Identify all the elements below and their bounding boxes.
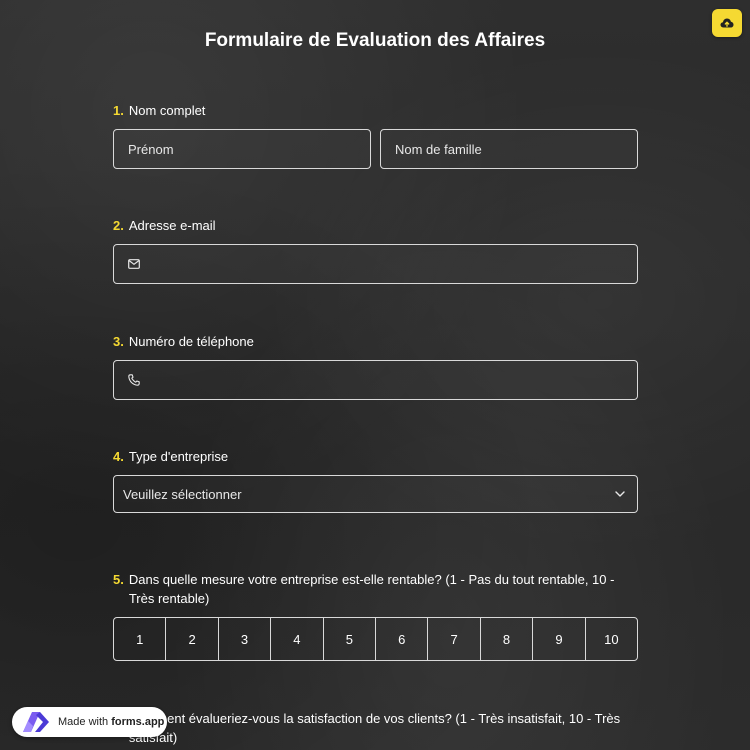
question-label: 4. Type d'entreprise [113,447,638,466]
chevron-down-icon [615,491,625,497]
form-page: Formulaire de Evaluation des Affaires 1.… [0,0,750,750]
scale-option-4[interactable]: 4 [271,618,324,660]
question-full-name: 1. Nom complet Prénom Nom de famille [113,101,638,169]
question-label: 5. Dans quelle mesure votre entreprise e… [113,570,638,608]
first-name-placeholder: Prénom [128,141,174,157]
question-text: Dans quelle mesure votre entreprise est-… [128,572,615,606]
scale-option-6[interactable]: 6 [376,618,429,660]
rating-scale: 1 2 3 4 5 6 7 8 9 10 [113,617,638,661]
email-field[interactable] [113,244,638,284]
scale-option-10[interactable]: 10 [586,618,637,660]
mail-icon [128,257,142,271]
question-email: 2. Adresse e-mail [113,216,638,284]
badge-brand: forms.app [111,716,165,728]
scale-option-9[interactable]: 9 [533,618,586,660]
first-name-input[interactable]: Prénom [113,129,371,169]
last-name-placeholder: Nom de famille [395,141,482,157]
scale-option-1[interactable]: 1 [114,618,167,660]
badge-text: Made with forms.app [58,716,164,728]
question-business-type: 4. Type d'entreprise Veuillez sélectionn… [113,447,638,513]
scale-option-2[interactable]: 2 [166,618,219,660]
last-name-input[interactable]: Nom de famille [380,129,638,169]
scale-option-8[interactable]: 8 [481,618,534,660]
question-customer-satisfaction: 6. Comment évalueriez-vous la satisfacti… [113,709,638,747]
forms-app-logo-icon [21,711,51,733]
form-title: Formulaire de Evaluation des Affaires [204,30,546,51]
question-text: Nom complet [128,103,206,118]
question-text: Type d'entreprise [128,449,229,464]
question-number: 1. [113,103,124,118]
question-text: Comment évalueriez-vous la satisfaction … [128,711,621,745]
select-value: Veuillez sélectionner [123,486,242,502]
question-label: 2. Adresse e-mail [113,216,638,235]
question-label: 6. Comment évalueriez-vous la satisfacti… [113,709,638,747]
badge-prefix: Made with [58,716,112,728]
question-label: 1. Nom complet [113,101,638,120]
phone-field[interactable] [113,360,638,400]
question-text: Adresse e-mail [128,218,216,233]
cloud-upload-icon [720,18,734,28]
question-profitability: 5. Dans quelle mesure votre entreprise e… [113,570,638,661]
question-text: Numéro de téléphone [128,334,254,349]
scale-option-7[interactable]: 7 [428,618,481,660]
made-with-badge[interactable]: Made with forms.app [12,707,167,737]
question-label: 3. Numéro de téléphone [113,332,638,351]
question-number: 5. [113,572,124,587]
scale-option-3[interactable]: 3 [219,618,272,660]
scale-option-5[interactable]: 5 [324,618,377,660]
name-row: Prénom Nom de famille [113,129,638,169]
question-number: 3. [113,334,124,349]
question-number: 4. [113,449,124,464]
phone-icon [128,373,142,387]
question-number: 2. [113,218,124,233]
question-phone: 3. Numéro de téléphone [113,332,638,400]
business-type-select[interactable]: Veuillez sélectionner [113,475,638,513]
